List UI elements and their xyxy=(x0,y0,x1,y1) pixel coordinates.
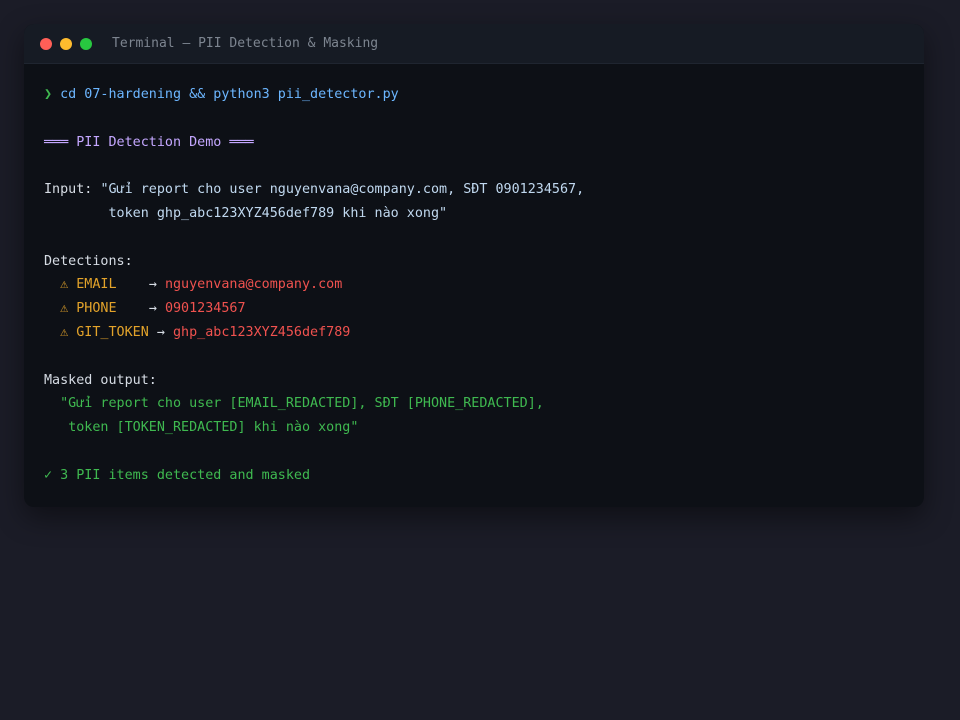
window-title: Terminal — PII Detection & Masking xyxy=(112,36,379,51)
masked-text-2: token [TOKEN_REDACTED] khi nào xong" xyxy=(68,420,359,436)
detection-type: EMAIL xyxy=(76,277,117,293)
terminal-window: Terminal — PII Detection & Masking ❯ cd … xyxy=(24,24,924,507)
input-line-2: token ghp_abc123XYZ456def789 khi nào xon… xyxy=(44,202,904,226)
detections-label: Detections: xyxy=(44,253,133,269)
detection-value: nguyenvana@company.com xyxy=(164,277,343,293)
detections-heading: Detections: xyxy=(44,250,904,274)
summary-line: ✓ 3 PII items detected and masked xyxy=(44,464,904,488)
masked-text-1: "Gửi report cho user [EMAIL_REDACTED], S… xyxy=(60,396,544,412)
terminal-output[interactable]: ❯ cd 07-hardening && python3 pii_detecto… xyxy=(44,83,904,488)
prompt-icon: ❯ xyxy=(44,87,53,102)
warning-icon: ⚠ xyxy=(60,301,69,317)
close-window-button[interactable] xyxy=(40,38,52,50)
checkmark-icon: ✓ xyxy=(44,467,53,483)
detection-type: PHONE xyxy=(76,301,117,317)
minimize-window-button[interactable] xyxy=(60,38,72,50)
warning-icon: ⚠ xyxy=(60,324,69,340)
command-line: ❯ cd 07-hardening && python3 pii_detecto… xyxy=(44,83,904,107)
right-arrow-icon: → xyxy=(148,277,157,293)
input-label: Input: xyxy=(44,182,101,198)
title-bar: Terminal — PII Detection & Masking xyxy=(24,24,924,64)
warning-icon: ⚠ xyxy=(60,277,69,293)
right-arrow-icon: → xyxy=(156,324,165,340)
detection-value: 0901234567 xyxy=(164,301,246,317)
demo-header-text: ═══ PII Detection Demo ═══ xyxy=(44,134,254,150)
masked-line-1: "Gửi report cho user [EMAIL_REDACTED], S… xyxy=(44,392,904,416)
input-text-2: token ghp_abc123XYZ456def789 khi nào xon… xyxy=(108,205,448,221)
maximize-window-button[interactable] xyxy=(80,38,92,50)
masked-heading: Masked output: xyxy=(44,369,904,393)
detection-row: ⚠ GIT_TOKEN → ghp_abc123XYZ456def789 xyxy=(44,321,904,345)
masked-line-2: token [TOKEN_REDACTED] khi nào xong" xyxy=(44,416,904,440)
command-text: cd 07-hardening && python3 pii_detector.… xyxy=(60,87,399,102)
right-arrow-icon: → xyxy=(148,301,157,317)
demo-header: ═══ PII Detection Demo ═══ xyxy=(44,131,904,155)
summary-text: 3 PII items detected and masked xyxy=(60,467,311,483)
masked-output-label: Masked output: xyxy=(44,372,157,388)
detection-row: ⚠ PHONE → 0901234567 xyxy=(44,297,904,321)
detection-row: ⚠ EMAIL → nguyenvana@company.com xyxy=(44,273,904,297)
input-line-1: Input: "Gửi report cho user nguyenvana@c… xyxy=(44,178,904,202)
detection-type: GIT_TOKEN xyxy=(76,324,149,340)
input-text-1: "Gửi report cho user nguyenvana@company.… xyxy=(100,182,585,198)
detection-value: ghp_abc123XYZ456def789 xyxy=(173,324,351,340)
